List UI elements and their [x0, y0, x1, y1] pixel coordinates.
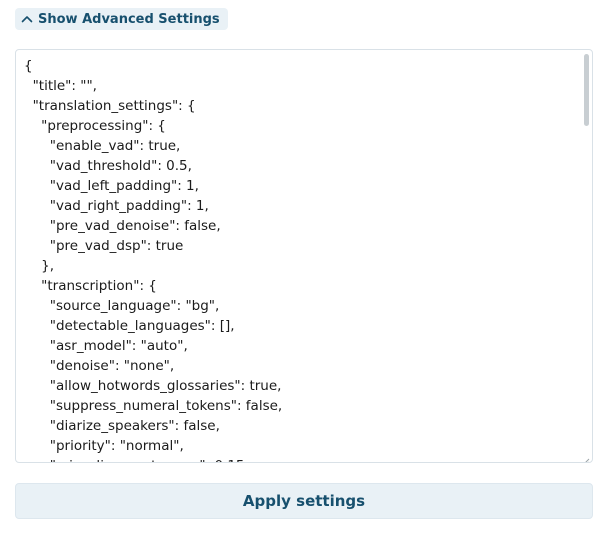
editor-scrollbar-thumb[interactable] — [584, 54, 589, 126]
show-advanced-settings-label: Show Advanced Settings — [38, 11, 220, 27]
editor-scrollbar[interactable] — [582, 51, 591, 450]
settings-panel: Show Advanced Settings { "title": "", "t… — [0, 0, 612, 538]
resize-handle-icon[interactable] — [581, 451, 590, 462]
chevron-up-icon — [21, 15, 33, 23]
settings-json-text[interactable]: { "title": "", "translation_settings": {… — [24, 56, 578, 462]
settings-json-editor[interactable]: { "title": "", "translation_settings": {… — [15, 49, 593, 463]
show-advanced-settings-toggle[interactable]: Show Advanced Settings — [15, 8, 228, 30]
apply-settings-button[interactable]: Apply settings — [15, 483, 593, 519]
